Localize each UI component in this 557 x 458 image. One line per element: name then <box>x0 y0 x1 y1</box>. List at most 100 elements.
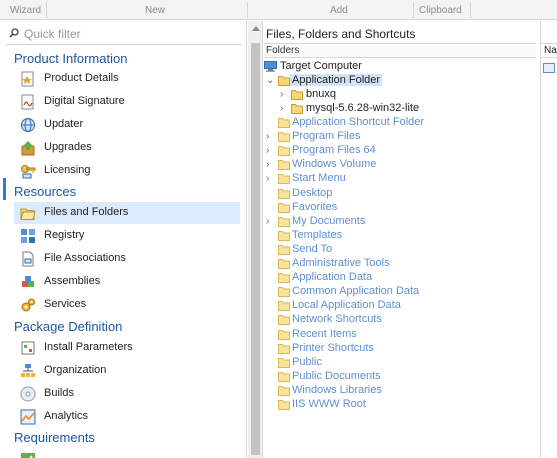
folder-icon <box>278 231 290 241</box>
tree-node-label: Program Files 64 <box>292 144 376 156</box>
key-icon <box>21 165 36 179</box>
tree-node-special-folder[interactable]: Public Documents <box>264 370 534 384</box>
tree-node-label: Local Application Data <box>292 299 401 311</box>
tree-node-label: Desktop <box>292 187 333 199</box>
tree-node-special-folder[interactable]: › Program Files 64 <box>264 144 534 158</box>
divider <box>247 2 248 18</box>
sidebar-item-assemblies[interactable]: Assemblies <box>14 271 240 293</box>
tree-node-special-folder[interactable]: Administrative Tools <box>264 257 534 271</box>
sidebar-item-services[interactable]: Services <box>14 294 240 316</box>
tree-node-special-folder[interactable]: Send To <box>264 243 534 257</box>
folder-icon <box>278 358 290 368</box>
tree-node-special-folder[interactable]: Favorites <box>264 201 534 215</box>
tree-node-special-folder[interactable]: Application Shortcut Folder <box>264 116 534 130</box>
folder-icon <box>291 104 303 114</box>
sidebar-item-upgrades[interactable]: Upgrades <box>14 137 240 159</box>
scrollbar-thumb[interactable] <box>251 43 260 455</box>
tree-node-label: Windows Volume <box>292 158 377 170</box>
tree-node-label: Send To <box>292 243 333 255</box>
tree-node-special-folder[interactable]: Recent Items <box>264 328 534 342</box>
analytics-icon <box>20 409 36 425</box>
chevron-right-icon[interactable]: › <box>266 159 276 171</box>
name-column-label: Na <box>544 45 557 56</box>
scroll-up-icon[interactable] <box>252 26 260 31</box>
tree-node-label: Target Computer <box>280 60 362 72</box>
tree-node-special-folder[interactable]: › My Documents <box>264 215 534 229</box>
folder-icon <box>278 372 290 382</box>
tree-node-special-folder[interactable]: › Start Menu <box>264 172 534 186</box>
files-folders-panel: Files, Folders and Shortcuts Folders Tar… <box>264 21 540 458</box>
chevron-right-icon[interactable]: › <box>266 173 276 185</box>
tree-node-special-folder[interactable]: Printer Shortcuts <box>264 342 534 356</box>
tree-node-special-folder[interactable]: › Windows Volume <box>264 158 534 172</box>
sidebar-item-label: Organization <box>44 364 107 376</box>
sidebar-item-label: Install Parameters <box>44 341 133 353</box>
folder-icon <box>278 118 290 128</box>
computer-icon <box>264 61 277 72</box>
tree-node-mysql[interactable]: › mysql-5.6.28-win32-lite <box>264 102 534 116</box>
right-panel: Na <box>540 21 557 458</box>
sidebar-item-registry[interactable]: Registry <box>14 225 240 247</box>
tree-node-label: Templates <box>292 229 343 241</box>
tree-node-special-folder[interactable]: IIS WWW Root <box>264 398 534 412</box>
tree-node-target-computer[interactable]: Target Computer <box>264 60 534 74</box>
divider <box>46 2 47 18</box>
panel-title: Files, Folders and Shortcuts <box>266 27 416 41</box>
tree-node-label: My Documents <box>292 215 366 227</box>
sidebar-item-builds[interactable]: Builds <box>14 383 240 405</box>
sidebar-item-product-details[interactable]: Product Details <box>14 68 240 90</box>
quick-filter-input[interactable]: Quick filter <box>6 25 242 43</box>
folder-icon <box>278 330 290 340</box>
sidebar-item-partial[interactable] <box>14 449 240 458</box>
digital-signature-icon <box>21 94 34 110</box>
sidebar-item-label: Product Details <box>44 72 119 84</box>
sidebar-item-files-and-folders[interactable]: Files and Folders <box>14 202 240 224</box>
tree-node-label: IIS WWW Root <box>292 398 366 410</box>
tree-node-special-folder[interactable]: Application Data <box>264 271 534 285</box>
sidebar-item-label: Registry <box>44 229 85 241</box>
sidebar-item-organization[interactable]: Organization <box>14 360 240 382</box>
tree-node-special-folder[interactable]: Local Application Data <box>264 299 534 313</box>
tree-node-special-folder[interactable]: Windows Libraries <box>264 384 534 398</box>
chevron-right-icon[interactable]: › <box>266 216 276 228</box>
section-package-definition: Package Definition <box>14 319 123 334</box>
tree-node-label: Network Shortcuts <box>292 313 382 325</box>
tree-node-bnuxq[interactable]: › bnuxq <box>264 88 534 102</box>
tree-node-label: bnuxq <box>306 88 336 100</box>
folder-icon <box>278 273 290 283</box>
tree-node-special-folder[interactable]: Templates <box>264 229 534 243</box>
tree-node-application-folder[interactable]: ⌄ Application Folder <box>264 74 534 88</box>
chevron-down-icon[interactable]: ⌄ <box>266 75 276 87</box>
chevron-right-icon[interactable]: › <box>280 89 290 101</box>
section-resources: Resources <box>14 184 77 199</box>
tree-node-label: mysql-5.6.28-win32-lite <box>306 102 420 114</box>
tree-node-label: Printer Shortcuts <box>292 342 374 354</box>
sidebar-item-digital-signature[interactable]: Digital Signature <box>14 91 240 113</box>
tree-node-special-folder[interactable]: Desktop <box>264 187 534 201</box>
ribbon-group-wizard: Wizard <box>10 5 42 16</box>
tree-node-special-folder[interactable]: Common Application Data <box>264 285 534 299</box>
tree-node-label: Start Menu <box>292 172 346 184</box>
folders-column-header[interactable]: Folders <box>264 43 536 58</box>
folder-icon <box>278 160 290 170</box>
chevron-right-icon[interactable]: › <box>266 145 276 157</box>
sidebar-item-licensing[interactable]: Licensing <box>14 160 240 182</box>
sidebar-item-analytics[interactable]: Analytics <box>14 406 240 428</box>
folder-icon <box>278 259 290 269</box>
sidebar-item-file-associations[interactable]: File Associations <box>14 248 240 270</box>
folder-icon <box>278 217 290 227</box>
sidebar-item-label: Builds <box>44 387 74 399</box>
tree-node-special-folder[interactable]: Network Shortcuts <box>264 313 534 327</box>
sidebar-scrollbar[interactable] <box>248 21 263 458</box>
gear-icon <box>21 298 35 312</box>
sidebar-item-install-parameters[interactable]: Install Parameters <box>14 337 240 359</box>
sidebar-item-label: Assemblies <box>44 275 101 287</box>
tree-node-label: Public Documents <box>292 370 381 382</box>
folder-icon <box>278 315 290 325</box>
tree-node-special-folder[interactable]: Public <box>264 356 534 370</box>
chevron-right-icon[interactable]: › <box>280 103 290 115</box>
file-icon[interactable] <box>543 63 555 73</box>
tree-node-special-folder[interactable]: › Program Files <box>264 130 534 144</box>
chevron-right-icon[interactable]: › <box>266 131 276 143</box>
sidebar-item-updater[interactable]: Updater <box>14 114 240 136</box>
